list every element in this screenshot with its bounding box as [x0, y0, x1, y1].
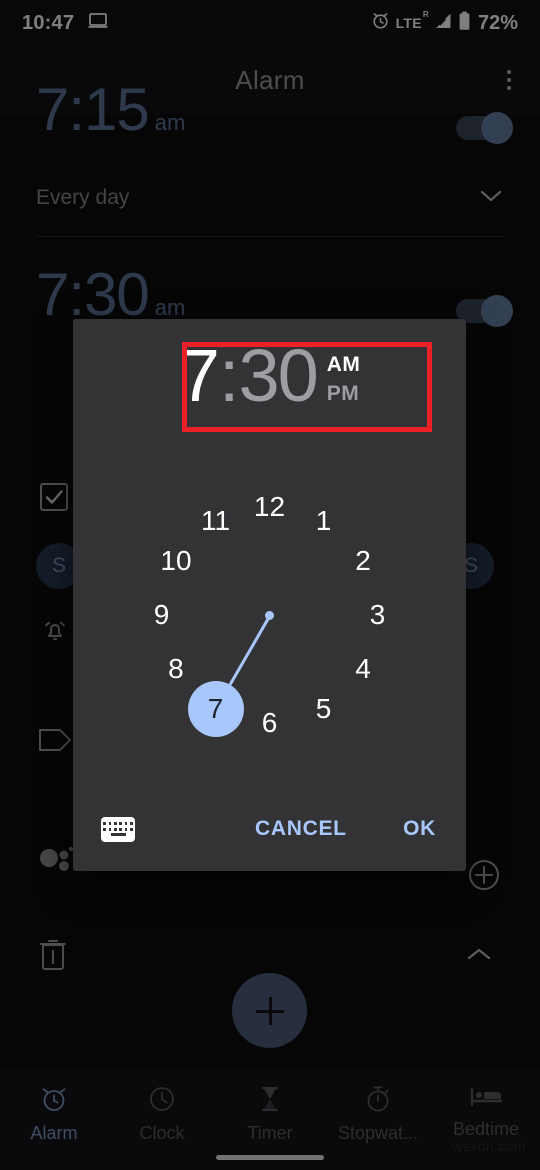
dialog-actions: CANCEL OK — [73, 801, 466, 857]
hour-field[interactable]: 7 — [179, 339, 220, 413]
pm-option[interactable]: PM — [327, 382, 360, 405]
clock-number-12[interactable]: 12 — [244, 493, 296, 521]
clock-number-11[interactable]: 11 — [190, 507, 242, 535]
clock-number-9[interactable]: 9 — [136, 601, 188, 629]
cancel-button[interactable]: CANCEL — [255, 817, 347, 841]
clock-number-6[interactable]: 6 — [244, 709, 296, 737]
time-separator: : — [218, 334, 240, 417]
time-digits: 7 : 30 — [179, 334, 319, 417]
time-display: 7 : 30 AM PM — [73, 339, 466, 413]
clock-number-4[interactable]: 4 — [337, 655, 389, 683]
clock-number-2[interactable]: 2 — [337, 547, 389, 575]
am-option[interactable]: AM — [327, 353, 360, 376]
clock-hand — [228, 614, 271, 686]
minute-field[interactable]: 30 — [238, 339, 318, 413]
phone-screen: 10:47 LTER — [0, 0, 540, 1170]
keyboard-icon[interactable] — [101, 816, 135, 842]
clock-number-1[interactable]: 1 — [298, 507, 350, 535]
clock-number-3[interactable]: 3 — [352, 601, 404, 629]
time-picker-dialog: 7 : 30 AM PM 7 121234567891011 CANCEL OK — [73, 319, 466, 871]
clock-center-dot — [265, 610, 274, 620]
meridiem-selector: AM PM — [327, 347, 360, 405]
clock-number-5[interactable]: 5 — [298, 694, 350, 723]
ok-button[interactable]: OK — [403, 817, 436, 841]
clock-number-10[interactable]: 10 — [150, 547, 202, 575]
clock-face[interactable]: 7 121234567891011 — [73, 493, 466, 794]
clock-selected-number: 7 — [207, 692, 224, 724]
clock-number-8[interactable]: 8 — [150, 655, 202, 683]
